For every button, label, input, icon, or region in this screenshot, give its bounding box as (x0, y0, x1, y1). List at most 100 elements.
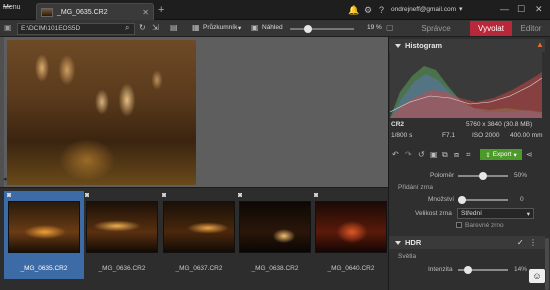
warning-icon[interactable]: ▲ (536, 40, 544, 49)
export-folder-icon[interactable]: ▤ (170, 23, 178, 32)
browse-caret-icon[interactable]: ▾ (238, 24, 241, 32)
browse-mode-select[interactable]: Průzkumník (203, 24, 237, 31)
paste-settings-icon[interactable]: ⧈ (454, 150, 459, 160)
camera-icon: ◙ (162, 192, 167, 199)
iso: ISO 2000 (472, 132, 500, 139)
histogram-graph (389, 66, 543, 118)
help-icon[interactable]: ? (379, 5, 384, 15)
share-icon[interactable]: ⋖ (526, 150, 533, 159)
aperture: F7.1 (442, 132, 456, 139)
search-icon[interactable]: ⌕ (125, 23, 129, 33)
filmstrip-item[interactable]: ◙ _MG_0637.CR2 (159, 191, 239, 279)
filmstrip-filename: _MG_0635.CR2 (20, 265, 68, 272)
polomer-label: Poloměr (430, 172, 455, 179)
tab-thumbnail (41, 7, 53, 17)
document-tab[interactable]: _MG_0635.CR2 ✕ (36, 3, 154, 20)
hdr-enable-check-icon[interactable]: ✓ (517, 238, 524, 247)
import-icon[interactable]: ⇲ (152, 23, 159, 32)
copy-settings-icon[interactable]: ⧉ (442, 150, 448, 160)
zoom-value: 19 % (367, 24, 382, 31)
snapshot-icon[interactable]: ▣ (430, 150, 438, 159)
export-caret-icon: ▾ (513, 151, 517, 159)
redo-icon[interactable]: ↷ (405, 150, 412, 159)
polomer-value: 50% (514, 172, 528, 179)
preview-icon[interactable]: ▣ (251, 23, 259, 32)
hdr-menu-icon[interactable]: ⋮ (529, 238, 537, 247)
mnozstvi-label: Množství (428, 196, 455, 203)
svetla-heading: Světla (398, 253, 417, 260)
new-tab-button[interactable]: + (158, 4, 164, 16)
maximize-icon[interactable]: ☐ (517, 4, 525, 15)
folder-icon[interactable]: ▣ (4, 23, 12, 32)
export-label: Export (492, 151, 512, 158)
close-icon[interactable]: ✕ (535, 4, 543, 15)
camera-icon: ◙ (314, 192, 319, 199)
camera-icon: ◙ (85, 192, 90, 199)
camera-icon: ◙ (238, 192, 243, 199)
crop-icon[interactable]: ⌗ (466, 150, 471, 160)
zoom-slider-handle[interactable] (304, 25, 312, 33)
refresh-icon[interactable]: ↻ (139, 23, 146, 32)
filmstrip-item[interactable]: ◙ _MG_0638.CR2 (235, 191, 315, 279)
hdr-title: HDR (405, 238, 422, 247)
collapse-arrow-icon (395, 240, 401, 245)
export-arrow-icon: ⇪ (485, 151, 491, 159)
barevne-zrno-checkbox[interactable] (456, 222, 462, 228)
collapse-arrow-icon (395, 43, 401, 48)
filmstrip-thumbnail[interactable] (239, 201, 311, 253)
pridani-zrna-heading: Přidání zrna (398, 184, 434, 191)
assistant-icon[interactable]: ☺ (528, 268, 546, 284)
focal-length: 400.00 mm (510, 132, 543, 139)
gear-icon[interactable]: ⚙ (364, 5, 372, 16)
tab-spravce[interactable]: Správce (404, 21, 468, 36)
velikost-zrna-select[interactable]: Střední ▾ (457, 208, 534, 219)
file-format: CR2 (391, 121, 405, 128)
preview-toggle[interactable]: Náhled (262, 24, 283, 31)
zoom-slider[interactable] (290, 28, 354, 30)
polomer-slider-handle[interactable] (479, 172, 487, 180)
account-caret-icon: ▾ (459, 6, 463, 13)
viewer-side-strip (0, 37, 4, 187)
intenzita-value: 14% (514, 266, 528, 273)
filmstrip-thumbnail[interactable] (8, 201, 80, 253)
filmstrip-filename: _MG_0637.CR2 (175, 265, 223, 272)
shutter-speed: 1/800 s (391, 132, 413, 139)
filmstrip-filename: _MG_0638.CR2 (251, 265, 299, 272)
export-button[interactable]: ⇪ Export ▾ (480, 149, 522, 160)
minimize-icon[interactable]: — (500, 4, 509, 14)
filmstrip-thumbnail[interactable] (86, 201, 158, 253)
main-photo[interactable] (7, 40, 196, 185)
filmstrip-filename: _MG_0636.CR2 (98, 265, 146, 272)
browse-icon[interactable]: ▦ (192, 23, 200, 32)
filmstrip-thumbnail[interactable] (315, 201, 387, 253)
filmstrip-thumbnail[interactable] (163, 201, 235, 253)
filmstrip-item[interactable]: ◙ _MG_0635.CR2 (4, 191, 84, 279)
mnozstvi-value: 0 (520, 196, 524, 203)
select-caret-icon: ▾ (526, 210, 530, 218)
history-icon[interactable]: ↺ (418, 150, 425, 159)
filmstrip-item[interactable]: ◙ _MG_0636.CR2 (82, 191, 162, 279)
filmstrip-filename: _MG_0640.CR2 (327, 265, 375, 272)
tab-editor[interactable]: Editor (514, 21, 548, 36)
tab-vyvolat[interactable]: Vyvolat (470, 21, 512, 36)
intenzita-label: Intenzita (428, 266, 453, 273)
path-input[interactable]: E:\DCIM\101EOS5D (17, 23, 135, 35)
camera-icon: ◙ (7, 192, 12, 199)
account-menu[interactable]: ondrejneff@gmail.com ▾ (391, 5, 463, 14)
intenzita-slider-handle[interactable] (464, 266, 472, 274)
filmstrip-item[interactable]: ◙ _MG_0640.CR2 (311, 191, 391, 279)
tab-title: _MG_0635.CR2 (57, 8, 108, 16)
bell-icon[interactable]: 🔔 (348, 5, 359, 16)
velikost-zrna-value: Střední (461, 210, 482, 217)
undo-icon[interactable]: ↶ (392, 150, 399, 159)
fit-icon[interactable]: ▢ (386, 23, 394, 32)
menu-button[interactable]: Menu (3, 4, 21, 11)
collapse-icon[interactable]: ◂ (3, 175, 7, 183)
histogram-header[interactable]: Histogram (389, 39, 545, 52)
barevne-zrno-label: Barevné zrno (465, 222, 504, 229)
histogram-chart (389, 52, 543, 118)
histogram-title: Histogram (405, 41, 443, 50)
mnozstvi-slider-handle[interactable] (458, 196, 466, 204)
tab-close-icon[interactable]: ✕ (142, 8, 149, 17)
velikost-zrna-label: Velikost zrna (415, 210, 452, 217)
